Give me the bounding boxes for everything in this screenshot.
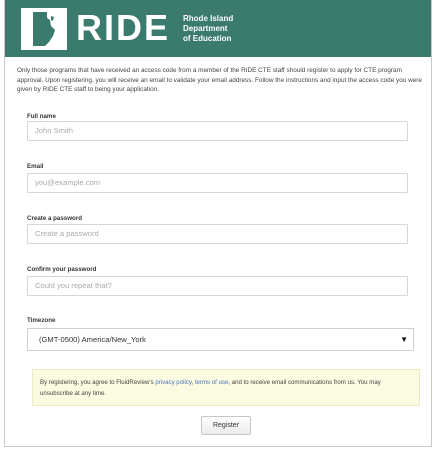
privacy-policy-link[interactable]: privacy policy bbox=[155, 379, 191, 386]
confirm-password-input[interactable]: Could you repeat that? bbox=[27, 276, 408, 296]
confirm-password-label: Confirm your password bbox=[27, 266, 97, 273]
logo-subtitle: Rhode Island Department of Education bbox=[183, 14, 233, 44]
logo-subtitle-line: of Education bbox=[183, 34, 232, 43]
email-input[interactable]: you@example.com bbox=[27, 173, 408, 193]
intro-text: Only those programs that have received a… bbox=[17, 67, 422, 94]
create-password-input[interactable]: Create a password bbox=[27, 224, 408, 244]
rhode-island-map-icon bbox=[21, 8, 67, 50]
email-label: Email bbox=[27, 163, 44, 170]
dropdown-arrow-icon: ▼ bbox=[400, 335, 408, 344]
registration-page: RIDE Rhode Island Department of Educatio… bbox=[4, 0, 432, 447]
full-name-input[interactable]: John Smith bbox=[27, 121, 408, 141]
register-button[interactable]: Register bbox=[201, 416, 251, 435]
full-name-label: Full name bbox=[27, 113, 56, 120]
header-banner: RIDE Rhode Island Department of Educatio… bbox=[5, 0, 431, 57]
timezone-selected-value: (GMT-0500) America/New_York bbox=[39, 335, 146, 344]
logo-subtitle-line: Rhode Island bbox=[183, 14, 234, 23]
terms-notice: By registering, you agree to FluidReview… bbox=[32, 369, 420, 406]
logo-subtitle-line: Department bbox=[183, 24, 228, 33]
timezone-select[interactable]: (GMT-0500) America/New_York ▼ bbox=[27, 328, 414, 351]
notice-prefix: By registering, you agree to FluidReview… bbox=[40, 379, 156, 386]
create-password-label: Create a password bbox=[27, 215, 83, 222]
logo-wordmark: RIDE bbox=[76, 7, 171, 48]
timezone-label: Timezone bbox=[27, 317, 56, 324]
terms-of-use-link[interactable]: terms of use bbox=[195, 379, 229, 386]
